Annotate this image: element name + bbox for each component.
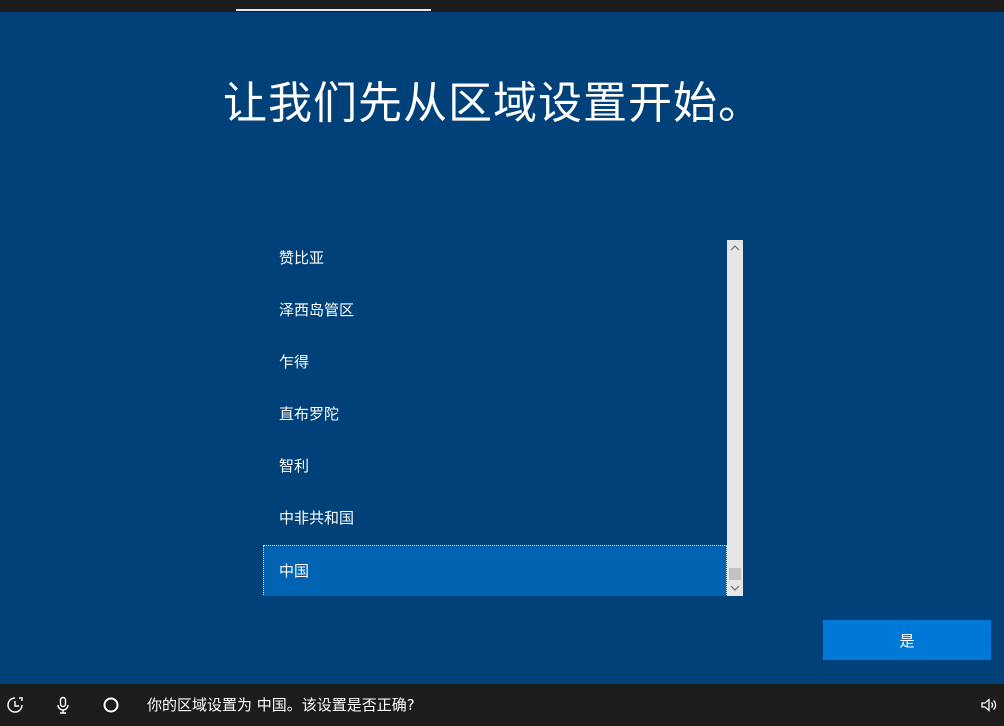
yes-button[interactable]: 是 (823, 620, 991, 660)
list-item-central-african-republic[interactable]: 中非共和国 (263, 492, 727, 544)
volume-icon[interactable] (979, 695, 999, 715)
taskbar: 你的区域设置为 中国。该设置是否正确? (0, 684, 1004, 726)
accessibility-icon[interactable] (5, 695, 25, 715)
list-item-chile[interactable]: 智利 (263, 440, 727, 492)
list-item-zambia[interactable]: 赞比亚 (263, 240, 727, 284)
region-list-items: 赞比亚 泽西岛管区 乍得 直布罗陀 智利 中非共和国 中国 (263, 240, 727, 596)
microphone-icon[interactable] (53, 695, 73, 715)
list-item-china[interactable]: 中国 (263, 545, 727, 596)
narrator-caption: 你的区域设置为 中国。该设置是否正确? (147, 696, 415, 714)
top-bar (0, 0, 1004, 12)
region-list[interactable]: 赞比亚 泽西岛管区 乍得 直布罗陀 智利 中非共和国 中国 (263, 240, 743, 596)
list-item-jersey[interactable]: 泽西岛管区 (263, 284, 727, 336)
list-scrollbar[interactable] (727, 240, 743, 596)
list-item-gibraltar[interactable]: 直布罗陀 (263, 388, 727, 440)
page-title: 让我们先从区域设置开始。 (223, 78, 763, 129)
cortana-circle-icon[interactable] (101, 695, 121, 715)
scroll-thumb[interactable] (729, 568, 741, 580)
progress-indicator (236, 9, 431, 11)
list-item-chad[interactable]: 乍得 (263, 336, 727, 388)
scroll-up-arrow-icon[interactable] (727, 240, 743, 256)
scroll-down-arrow-icon[interactable] (727, 580, 743, 596)
